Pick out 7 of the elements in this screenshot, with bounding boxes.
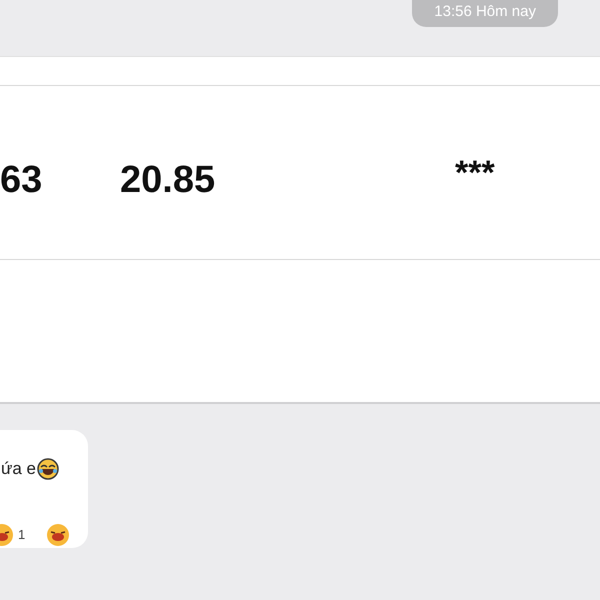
timestamp-badge: 13:56 Hôm nay — [412, 0, 558, 27]
reaction-count: 1 — [18, 526, 26, 544]
table-cell-text: 63 — [0, 158, 42, 203]
message-text: ứa e — [1, 458, 36, 480]
table-cell-text: 20.85 — [120, 158, 216, 203]
laughing-emoji-icon — [37, 458, 60, 480]
table-cell-text: *** — [455, 153, 495, 194]
